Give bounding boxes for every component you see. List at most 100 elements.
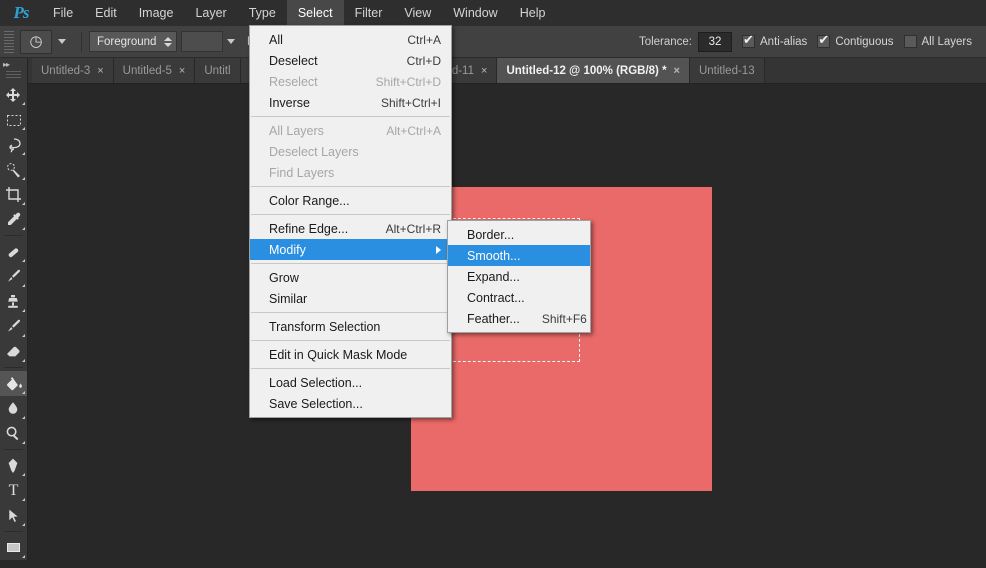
menu-item-all[interactable]: All Ctrl+A — [250, 29, 451, 50]
menu-item-edit-in-quick-mask-mode[interactable]: Edit in Quick Mask Mode — [250, 344, 451, 365]
menu-item-transform-selection[interactable]: Transform Selection — [250, 316, 451, 337]
menu-item-contract[interactable]: Contract... — [448, 287, 590, 308]
rectangle-tool-icon[interactable] — [0, 535, 27, 560]
history-brush-tool-icon[interactable] — [0, 314, 27, 339]
menu-separator — [251, 312, 450, 313]
menu-type[interactable]: Type — [238, 0, 287, 26]
paint-bucket-tool-icon[interactable] — [0, 371, 27, 396]
menu-item-label: Contract... — [467, 290, 525, 305]
menu-item-label: Border... — [467, 227, 515, 242]
menu-item-label: Expand... — [467, 269, 520, 284]
menu-item-label: Feather... — [467, 311, 520, 326]
anti-alias-checkbox-row[interactable]: Anti-alias — [742, 33, 807, 48]
menu-help[interactable]: Help — [509, 0, 557, 26]
menu-item-shortcut: Alt+Ctrl+A — [386, 123, 441, 138]
menu-item-border[interactable]: Border... — [448, 224, 590, 245]
document-tab-label: Untitled-12 @ 100% (RGB/8) * — [506, 64, 667, 77]
tolerance-input[interactable]: 32 — [698, 31, 732, 52]
path-selection-tool-icon[interactable] — [0, 503, 27, 528]
horizontal-type-tool-icon[interactable]: T — [0, 478, 27, 503]
close-icon[interactable]: × — [481, 65, 487, 77]
contiguous-label: Contiguous — [835, 35, 894, 48]
menu-edit[interactable]: Edit — [84, 0, 128, 26]
menu-item-label: Smooth... — [467, 248, 521, 263]
menu-item-label: Similar — [269, 291, 308, 306]
menu-item-smooth[interactable]: Smooth... — [448, 245, 590, 266]
menu-item-grow[interactable]: Grow — [250, 267, 451, 288]
lasso-tool-icon[interactable] — [0, 132, 27, 157]
toolbox-panel: ▸▸ T — [0, 58, 28, 560]
eraser-tool-icon[interactable] — [0, 339, 27, 364]
document-tab[interactable]: Untitl — [195, 58, 241, 83]
quick-selection-tool-icon[interactable] — [0, 157, 27, 182]
menu-item-modify[interactable]: Modify — [250, 239, 451, 260]
eyedropper-tool-icon[interactable] — [0, 207, 27, 232]
menu-item-label: Save Selection... — [269, 396, 363, 411]
clone-stamp-tool-icon[interactable] — [0, 289, 27, 314]
menu-bar: Ps File Edit Image Layer Type Select Filter Vie… — [0, 0, 986, 26]
contiguous-checkbox[interactable] — [817, 33, 831, 48]
menu-item-label: Refine Edge... — [269, 221, 349, 236]
menu-file[interactable]: File — [42, 0, 84, 26]
menu-image[interactable]: Image — [128, 0, 185, 26]
brush-tool-icon[interactable] — [0, 264, 27, 289]
all-layers-checkbox-row[interactable]: All Layers — [903, 35, 972, 48]
document-tab[interactable]: Untitled-13 — [689, 58, 765, 83]
all-layers-checkbox[interactable] — [903, 35, 917, 48]
menu-item-label: Transform Selection — [269, 319, 381, 334]
tool-preset-picker[interactable]: ◷ — [20, 29, 52, 54]
menu-item-shortcut: Shift+Ctrl+D — [375, 74, 441, 89]
menu-item-inverse[interactable]: Inverse Shift+Ctrl+I — [250, 92, 451, 113]
select-dropdown-menu[interactable]: All Ctrl+A Deselect Ctrl+D Reselect Shift+Ctr… — [249, 25, 452, 418]
crop-tool-icon[interactable] — [0, 182, 27, 207]
close-icon[interactable]: × — [179, 65, 185, 77]
menu-item-refine-edge[interactable]: Refine Edge... Alt+Ctrl+R — [250, 218, 451, 239]
menu-select[interactable]: Select — [286, 0, 344, 26]
menu-item-expand[interactable]: Expand... — [448, 266, 590, 287]
blur-tool-icon[interactable] — [0, 396, 27, 421]
toolbox-collapse-icon[interactable]: ▸▸ — [0, 58, 27, 71]
menu-item-find-layers: Find Layers — [250, 162, 451, 183]
pen-tool-icon[interactable] — [0, 453, 27, 478]
rectangular-marquee-tool-icon[interactable] — [0, 107, 27, 132]
pattern-swatch[interactable] — [181, 31, 223, 52]
document-tab[interactable]: Untitled-5 × — [113, 58, 196, 83]
menu-item-color-range[interactable]: Color Range... — [250, 190, 451, 211]
options-bar: ◷ Foreground Mode: N Tolerance: 32 Anti-… — [0, 26, 986, 58]
contiguous-checkbox-row[interactable]: Contiguous — [817, 33, 894, 48]
menu-item-feather[interactable]: Feather... Shift+F6 — [448, 308, 590, 329]
toolbox-grip[interactable] — [6, 71, 21, 80]
photoshop-window: Ps File Edit Image Layer Type Select Filter Vie… — [0, 0, 986, 568]
menu-item-label: Grow — [269, 270, 299, 285]
paint-bucket-icon: ◷ — [29, 33, 43, 50]
menu-window[interactable]: Window — [442, 0, 508, 26]
submenu-arrow-icon — [436, 245, 441, 254]
tolerance-label: Tolerance: — [638, 35, 692, 48]
document-tab-bar: Untitled-3×Untitled-5×UntitlUntitled-9×U… — [0, 58, 986, 84]
document-tab[interactable]: Untitled-3 × — [32, 58, 114, 83]
modify-submenu[interactable]: Border... Smooth... Expand... Contract... Fe… — [447, 220, 591, 333]
menu-item-similar[interactable]: Similar — [250, 288, 451, 309]
menu-item-deselect[interactable]: Deselect Ctrl+D — [250, 50, 451, 71]
pattern-chevron-down-icon[interactable] — [227, 39, 235, 44]
toolbox-divider — [4, 449, 23, 450]
menu-item-save-selection[interactable]: Save Selection... — [250, 393, 451, 414]
anti-alias-checkbox[interactable] — [742, 33, 755, 48]
fill-source-value: Foreground — [97, 35, 157, 48]
fill-source-select[interactable]: Foreground — [89, 31, 177, 52]
document-tab-label: Untitled-3 — [41, 64, 91, 77]
options-bar-grip[interactable] — [4, 30, 14, 53]
dodge-tool-icon[interactable] — [0, 421, 27, 446]
menu-layer[interactable]: Layer — [184, 0, 237, 26]
close-icon[interactable]: × — [674, 65, 680, 77]
tool-preset-chevron-down-icon[interactable] — [58, 39, 66, 44]
menu-separator — [251, 116, 450, 117]
move-tool-icon[interactable] — [0, 82, 27, 107]
menu-view[interactable]: View — [393, 0, 442, 26]
menu-item-load-selection[interactable]: Load Selection... — [250, 372, 451, 393]
menu-item-label: Find Layers — [269, 165, 335, 180]
document-tab[interactable]: Untitled-12 @ 100% (RGB/8) * × — [497, 58, 690, 83]
spot-healing-brush-tool-icon[interactable] — [0, 239, 27, 264]
menu-filter[interactable]: Filter — [344, 0, 394, 26]
close-icon[interactable]: × — [97, 65, 103, 77]
